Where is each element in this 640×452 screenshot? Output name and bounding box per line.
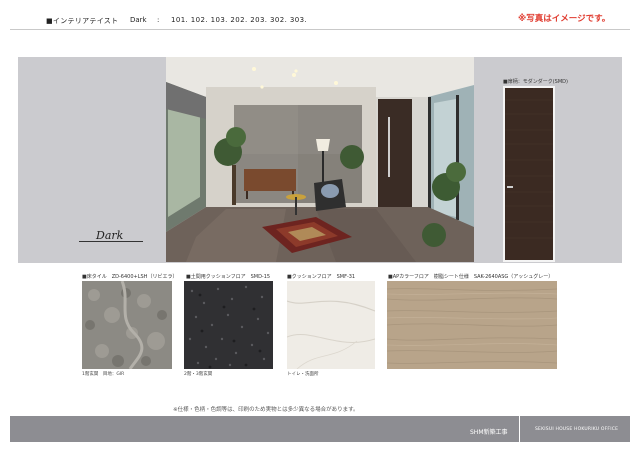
taste-name: Dark: [130, 16, 147, 24]
swatch-cushion-floor: [287, 281, 375, 369]
image-note: ※写真はイメージです。: [518, 14, 611, 24]
header-divider: [10, 29, 630, 30]
page-header: ■インテリアテイスト Dark : 101. 102. 103. 202. 20…: [0, 0, 640, 30]
swatch-sub-doma-cushion: 2階・3階玄関: [184, 372, 213, 377]
door-caption: ■扉柄：モダンダーク(SMD): [503, 79, 568, 85]
swatch-caption-ap-floor: ■APカラーフロア 樹脂シート仕様 SAK-2640ASG（アッシュグレー）: [388, 274, 554, 280]
unit-numbers: 101. 102. 103. 202. 203. 302. 303.: [171, 16, 308, 24]
interior-photo: [166, 57, 474, 262]
swatch-caption-floor-tile: ■床タイル ZD-6400+LSH（リビエラ）: [82, 274, 178, 280]
page-title: ■インテリアテイスト: [46, 17, 119, 25]
swatch-sub-floor-tile: 1階玄関 目地：GIR: [82, 372, 125, 377]
swatch-caption-cushion-floor: ■クッションフロア SMF-31: [287, 274, 356, 280]
swatch-caption-doma-cushion: ■土間用クッションフロア SMD-15: [186, 274, 271, 280]
taste-colon: :: [157, 16, 160, 24]
door-sample: [503, 86, 555, 262]
swatch-sub-cushion-floor: トイレ・洗面所: [287, 372, 319, 377]
swatch-doma-cushion: [184, 281, 273, 369]
swatch-floor-tile: [82, 281, 172, 369]
swatch-ap-floor: [387, 281, 557, 369]
project-name: SHM新築工事: [470, 429, 508, 436]
footer-divider: [519, 416, 520, 442]
office-name: SEKISUI HOUSE HOKURIKU OFFICE: [535, 427, 619, 432]
disclaimer-note: ※仕様・色柄・色調等は、印刷のため実物とは多少異なる場合があります。: [173, 407, 359, 413]
taste-label-underline: [79, 241, 143, 242]
